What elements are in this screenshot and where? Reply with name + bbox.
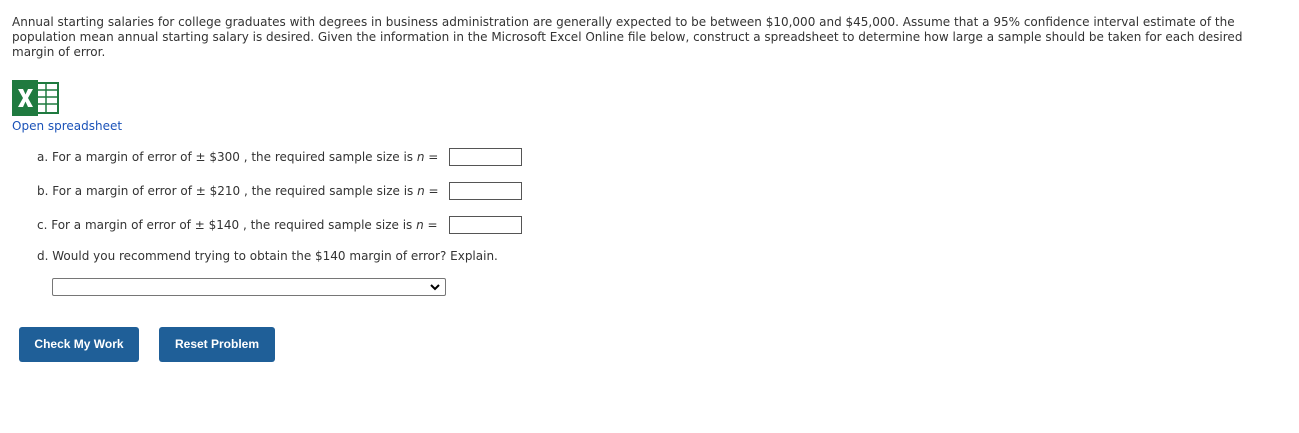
sample-size-variable: n [417, 184, 425, 198]
question-b: b. For a margin of error of ± $210 , the… [37, 183, 439, 199]
reset-problem-button[interactable]: Reset Problem [159, 327, 275, 362]
question-c: c. For a margin of error of ± $140 , the… [37, 217, 438, 233]
sample-size-input-c[interactable] [449, 216, 522, 234]
recommendation-dropdown[interactable] [52, 278, 446, 296]
excel-icon[interactable] [12, 80, 60, 116]
sample-size-input-a[interactable] [449, 148, 522, 166]
equals-sign: = [424, 184, 439, 198]
check-my-work-button[interactable]: Check My Work [19, 327, 139, 362]
question-a-text: a. For a margin of error of ± $300 , the… [37, 150, 417, 164]
problem-statement: Annual starting salaries for college gra… [12, 15, 1243, 59]
question-d: d. Would you recommend trying to obtain … [37, 249, 498, 263]
problem-page: Annual starting salaries for college gra… [0, 0, 1299, 433]
question-c-text: c. For a margin of error of ± $140 , the… [37, 218, 417, 232]
chevron-down-icon [430, 284, 440, 291]
sample-size-variable: n [416, 218, 424, 232]
sample-size-input-b[interactable] [449, 182, 522, 200]
open-spreadsheet-link[interactable]: Open spreadsheet [12, 119, 122, 134]
question-b-text: b. For a margin of error of ± $210 , the… [37, 184, 418, 198]
equals-sign: = [423, 218, 438, 232]
question-a: a. For a margin of error of ± $300 , the… [37, 149, 438, 165]
equals-sign: = [424, 150, 439, 164]
